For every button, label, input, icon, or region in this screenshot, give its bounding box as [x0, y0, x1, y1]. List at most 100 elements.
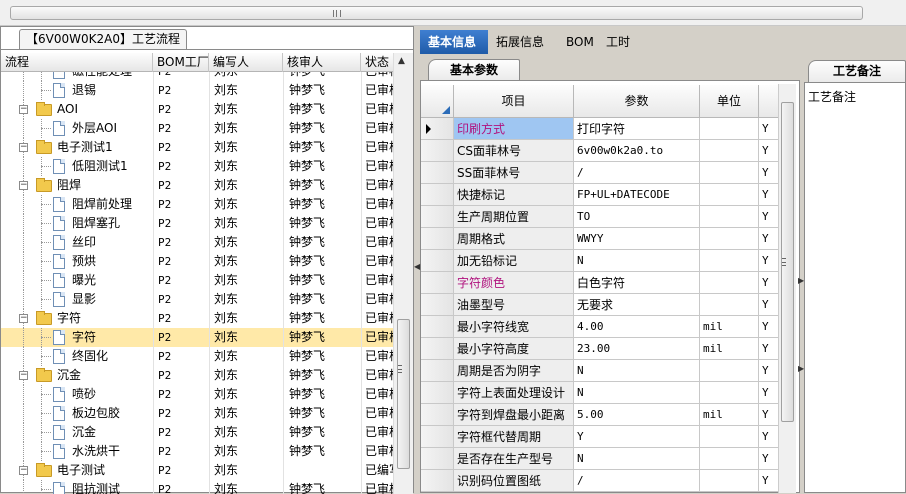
tree-row[interactable]: 沉金 P2 刘东 钟梦飞 已审核 [1, 423, 393, 442]
row-header[interactable] [421, 404, 454, 426]
top-horizontal-scrollbar[interactable] [0, 0, 906, 26]
collapse-toggle-icon[interactable]: − [19, 143, 28, 152]
row-header[interactable] [421, 448, 454, 470]
param-value-cell[interactable]: WWYY [574, 228, 700, 250]
tree-vertical-scrollbar[interactable]: ▲ [393, 53, 413, 494]
row-header[interactable] [421, 272, 454, 294]
tab-main-0[interactable]: 基本信息 [420, 30, 488, 54]
param-flag-cell[interactable]: Y [759, 360, 779, 382]
row-header[interactable] [421, 426, 454, 448]
tree-row[interactable]: − 电子测试1 P2 刘东 钟梦飞 已审核 [1, 138, 393, 157]
select-all-icon[interactable] [442, 106, 450, 114]
row-header[interactable] [421, 118, 454, 140]
grid-row[interactable]: 字符上表面处理设计 N Y [421, 382, 779, 404]
row-header[interactable] [421, 140, 454, 162]
param-value-cell[interactable]: Y [574, 426, 700, 448]
tree-row[interactable]: 字符 P2 刘东 钟梦飞 已审核 [1, 328, 393, 347]
grid-column-header[interactable]: 项目 [454, 85, 574, 118]
column-header-status[interactable]: 状态 [361, 53, 393, 72]
tree-row[interactable]: − 电子测试 P2 刘东 已编写 [1, 461, 393, 480]
tree-row[interactable]: 预烘 P2 刘东 钟梦飞 已审核 [1, 252, 393, 271]
param-value-cell[interactable]: N [574, 360, 700, 382]
tab-process-remarks[interactable]: 工艺备注 [808, 60, 906, 82]
tab-main-1[interactable]: 拓展信息 [488, 30, 558, 54]
param-unit-cell[interactable] [700, 118, 759, 140]
splitter-grip-icon[interactable] [398, 365, 402, 373]
param-unit-cell[interactable] [700, 184, 759, 206]
param-flag-cell[interactable]: Y [759, 294, 779, 316]
tab-main-3[interactable]: 工时 [598, 30, 638, 54]
remarks-body[interactable] [804, 82, 906, 493]
param-value-cell[interactable]: N [574, 382, 700, 404]
param-flag-cell[interactable]: Y [759, 140, 779, 162]
param-flag-cell[interactable]: Y [759, 162, 779, 184]
tree-row[interactable]: 阻焊前处理 P2 刘东 钟梦飞 已审核 [1, 195, 393, 214]
scroll-up-arrow-icon[interactable]: ▲ [398, 56, 405, 66]
row-header[interactable] [421, 294, 454, 316]
param-flag-cell[interactable]: Y [759, 250, 779, 272]
param-value-cell[interactable]: 白色字符 [574, 272, 700, 294]
grid-row[interactable]: 快捷标记 FP+UL+DATECODE Y [421, 184, 779, 206]
param-value-cell[interactable]: 5.00 [574, 404, 700, 426]
collapse-left-arrow-icon[interactable]: ◀ [414, 262, 420, 271]
scrollbar-grip-icon[interactable] [333, 10, 341, 17]
param-unit-cell[interactable]: mil [700, 404, 759, 426]
param-unit-cell[interactable] [700, 294, 759, 316]
collapse-toggle-icon[interactable]: − [19, 466, 28, 475]
param-value-cell[interactable]: N [574, 250, 700, 272]
param-value-cell[interactable]: 6v00w0k2a0.to [574, 140, 700, 162]
param-flag-cell[interactable]: Y [759, 228, 779, 250]
row-header[interactable] [421, 206, 454, 228]
grid-row[interactable]: 识别码位置图纸 / Y [421, 470, 779, 492]
param-flag-cell[interactable]: Y [759, 338, 779, 360]
grid-row[interactable]: 最小字符高度 23.00 mil Y [421, 338, 779, 360]
row-header[interactable] [421, 250, 454, 272]
tree-row[interactable]: 板边包胶 P2 刘东 钟梦飞 已审核 [1, 404, 393, 423]
tree-row[interactable]: 终固化 P2 刘东 钟梦飞 已审核 [1, 347, 393, 366]
param-value-cell[interactable]: / [574, 470, 700, 492]
tree-row[interactable]: 磁性能处理 P2 刘东钟梦飞已审核 [1, 72, 393, 81]
grid-row[interactable]: SS面菲林号 / Y [421, 162, 779, 184]
param-unit-cell[interactable] [700, 162, 759, 184]
tree-row[interactable]: 喷砂 P2 刘东 钟梦飞 已审核 [1, 385, 393, 404]
column-header-writer[interactable]: 编写人 [209, 53, 283, 72]
param-value-cell[interactable]: N [574, 448, 700, 470]
param-flag-cell[interactable]: Y [759, 404, 779, 426]
param-value-cell[interactable]: / [574, 162, 700, 184]
grid-row[interactable]: 字符到焊盘最小距离 5.00 mil Y [421, 404, 779, 426]
grid-row[interactable]: CS面菲林号 6v00w0k2a0.to Y [421, 140, 779, 162]
param-unit-cell[interactable] [700, 360, 759, 382]
param-flag-cell[interactable]: Y [759, 184, 779, 206]
param-flag-cell[interactable]: Y [759, 470, 779, 492]
column-header-reviewer[interactable]: 核审人 [283, 53, 361, 72]
scrollbar-track[interactable] [10, 6, 863, 20]
param-unit-cell[interactable] [700, 228, 759, 250]
param-value-cell[interactable]: 打印字符 [574, 118, 700, 140]
param-unit-cell[interactable] [700, 250, 759, 272]
param-flag-cell[interactable]: Y [759, 426, 779, 448]
tree-row[interactable]: 水洗烘干 P2 刘东 钟梦飞 已审核 [1, 442, 393, 461]
param-value-cell[interactable]: 4.00 [574, 316, 700, 338]
row-header[interactable] [421, 338, 454, 360]
param-unit-cell[interactable]: mil [700, 316, 759, 338]
tree-row[interactable]: − 沉金 P2 刘东 钟梦飞 已审核 [1, 366, 393, 385]
collapse-toggle-icon[interactable]: − [19, 181, 28, 190]
tree-row[interactable]: − 字符 P2 刘东 钟梦飞 已审核 [1, 309, 393, 328]
param-value-cell[interactable]: 23.00 [574, 338, 700, 360]
grid-row[interactable]: 印刷方式 打印字符 Y [421, 118, 779, 140]
row-header[interactable] [421, 184, 454, 206]
collapse-toggle-icon[interactable]: − [19, 371, 28, 380]
collapse-right-arrow-icon[interactable]: ▶ [798, 276, 804, 285]
tree-row[interactable]: 低阻测试1 P2 刘东 钟梦飞 已审核 [1, 157, 393, 176]
column-header-process[interactable]: 流程 [1, 53, 153, 72]
param-flag-cell[interactable]: Y [759, 382, 779, 404]
grid-column-header[interactable]: 参数 [574, 85, 700, 118]
param-value-cell[interactable]: TO [574, 206, 700, 228]
grid-row[interactable]: 字符框代替周期 Y Y [421, 426, 779, 448]
process-flow-tab[interactable]: 【6V00W0K2A0】工艺流程 [19, 29, 187, 49]
param-value-cell[interactable]: 无要求 [574, 294, 700, 316]
param-unit-cell[interactable] [700, 426, 759, 448]
grid-column-header[interactable]: 单位 [700, 85, 759, 118]
grid-row[interactable]: 字符颜色 白色字符 Y [421, 272, 779, 294]
column-header-bom-factory[interactable]: BOM工厂 [153, 53, 209, 72]
